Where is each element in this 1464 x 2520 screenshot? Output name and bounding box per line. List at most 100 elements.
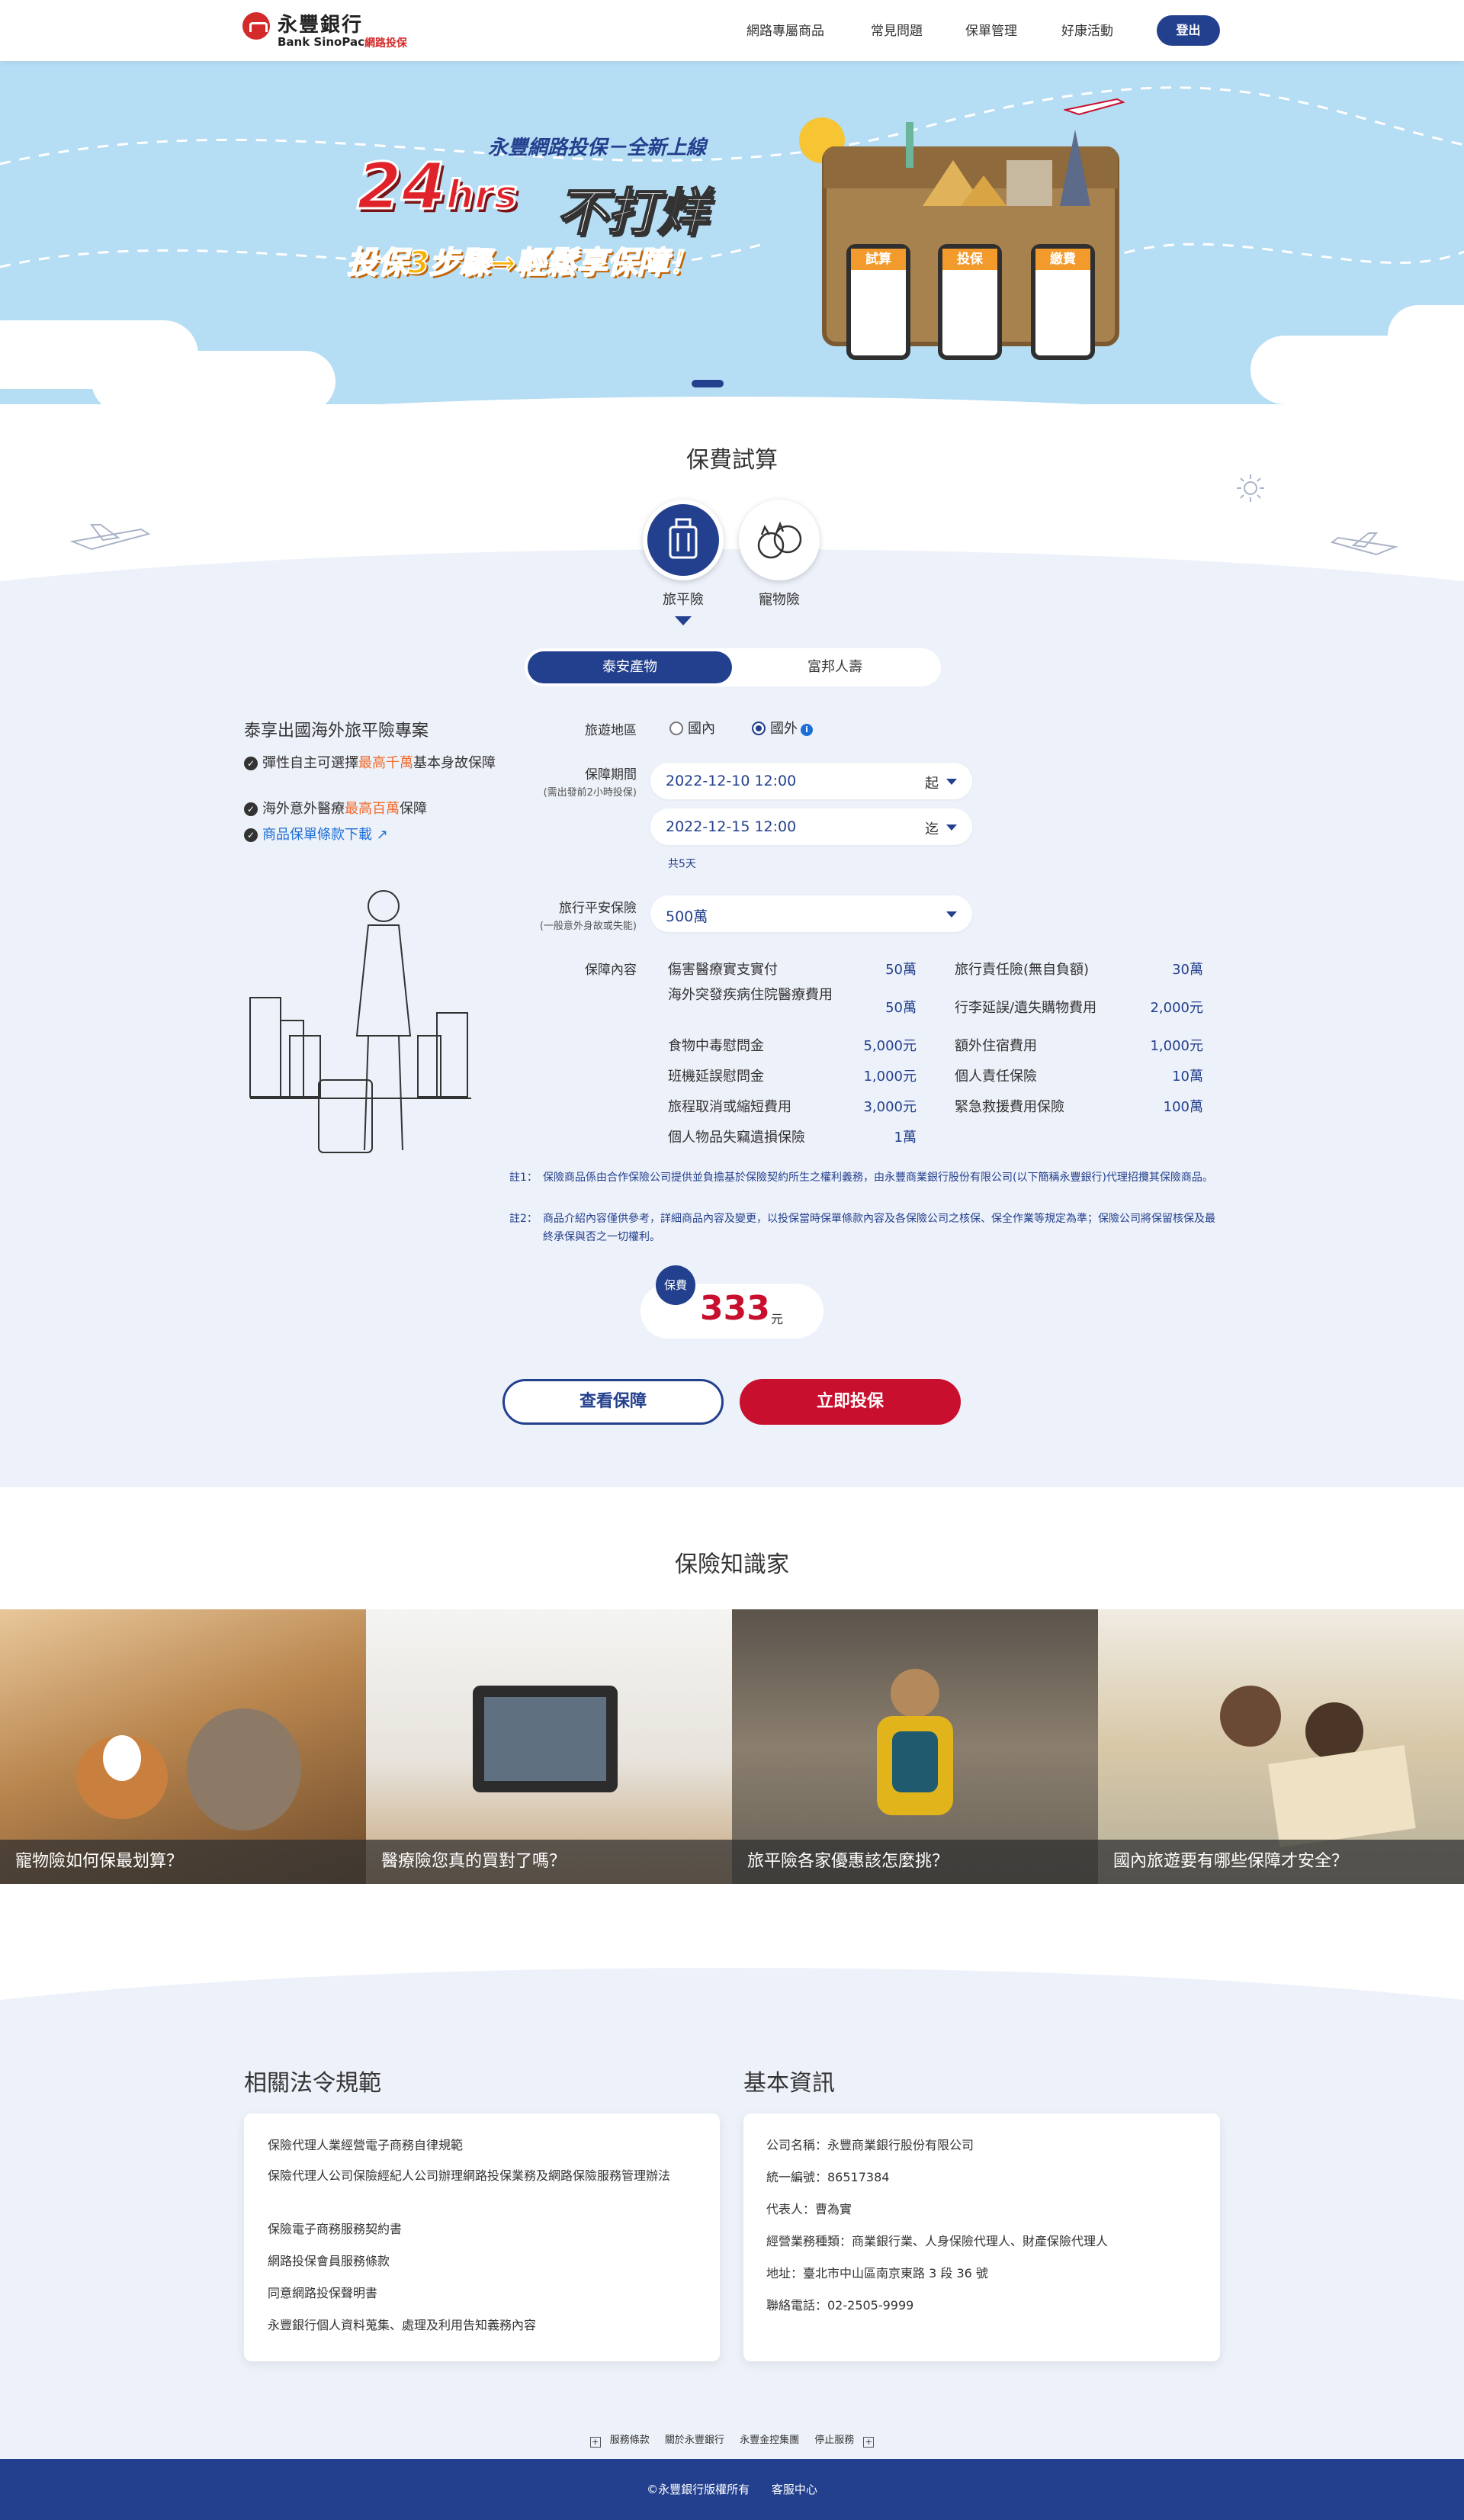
phone-label: 試算: [851, 249, 906, 270]
logout-button[interactable]: 登出: [1157, 15, 1220, 46]
nav-promotions[interactable]: 好康活動: [1061, 20, 1113, 39]
sum-insured-select[interactable]: 500萬: [650, 895, 972, 932]
region-domestic-option[interactable]: 國內: [669, 718, 715, 738]
article-card-medical[interactable]: 醫療險您真的買對了嗎？: [366, 1609, 732, 1884]
bank-logo-icon[interactable]: [242, 12, 270, 40]
footer-link-group[interactable]: 永豐金控集團: [740, 2435, 799, 2446]
law-link[interactable]: 同意網路投保聲明書: [268, 2284, 377, 2303]
premium-badge: 保費: [656, 1265, 695, 1305]
feature-item: ✓ 彈性自主可選擇最高千萬基本身故保障: [244, 754, 496, 773]
law-link[interactable]: 保險電子商務服務契約書: [268, 2220, 402, 2239]
end-date-field[interactable]: 2022-12-15 12:00 迄: [650, 808, 972, 845]
company-option-taian[interactable]: 泰安產物: [528, 651, 732, 683]
end-suffix: 迄: [925, 821, 939, 837]
article-title[interactable]: 旅平險各家優惠該怎麼挑？: [732, 1840, 1098, 1884]
tab-travel-label[interactable]: 旅平險: [643, 589, 724, 609]
nav-faq[interactable]: 常見問題: [871, 20, 923, 39]
footer-link-stop-service[interactable]: 停止服務: [814, 2435, 854, 2446]
start-date-value[interactable]: 2022-12-10 12:00: [666, 773, 796, 789]
headline-number: 24: [356, 148, 448, 225]
coverage-item-name: 旅行責任險(無自負額): [955, 962, 1090, 978]
radio-icon[interactable]: [669, 722, 683, 735]
hero-banner[interactable]: 永豐網路投保－全新上線 24hrs 不打烊 投保3步驟→輕鬆享保障！ 試算 投保…: [0, 61, 1464, 404]
phone-apply: 投保: [938, 244, 1002, 360]
coverage-label: 保障內容: [585, 963, 637, 978]
info-item: 地址：臺北市中山區南京東路 3 段 36 號: [766, 2266, 988, 2281]
luggage-icon: [669, 518, 698, 559]
headline-unit: hrs: [445, 172, 518, 220]
tab-pet-insurance[interactable]: [739, 500, 820, 580]
feature-text: 彈性自主可選擇: [262, 755, 358, 771]
article-card-pet[interactable]: 寵物險如何保最划算？: [0, 1609, 366, 1884]
carousel-indicator[interactable]: [692, 380, 724, 387]
traveler-photo: [877, 1669, 953, 1815]
policy-terms-download-link[interactable]: 商品保單條款下載: [262, 827, 372, 843]
dropdown-caret-icon[interactable]: [946, 824, 957, 831]
region-overseas-option[interactable]: 國外 i: [752, 718, 813, 738]
sum-insured-value[interactable]: 500萬: [666, 905, 708, 926]
view-coverage-button[interactable]: 查看保障: [502, 1379, 724, 1425]
expand-icon[interactable]: +: [589, 2437, 601, 2448]
dropdown-caret-icon[interactable]: [946, 779, 957, 785]
buy-now-button[interactable]: 立即投保: [740, 1379, 961, 1425]
customer-service-link[interactable]: 客服中心: [772, 2483, 817, 2496]
logo-name[interactable]: 永豐銀行: [278, 9, 363, 37]
footer-link-about[interactable]: 關於永豐銀行: [665, 2435, 724, 2446]
article-card-domestic[interactable]: 國內旅遊要有哪些保障才安全？: [1098, 1609, 1464, 1884]
end-date-value[interactable]: 2022-12-15 12:00: [666, 818, 796, 835]
radio-selected-icon[interactable]: [752, 722, 766, 735]
coverage-item-value: 1萬: [894, 1130, 917, 1146]
footer-links: + 服務條款 關於永豐銀行 永豐金控集團 停止服務 +: [0, 2432, 1464, 2448]
start-date-field[interactable]: 2022-12-10 12:00 起: [650, 763, 972, 799]
site-header: 永豐銀行 Bank SinoPac 網路投保 網路專屬商品 常見問題 保單管理 …: [0, 0, 1464, 61]
coverage-item-value: 5,000元: [863, 1038, 917, 1054]
article-card-travel[interactable]: 旅平險各家優惠該怎麼挑？: [732, 1609, 1098, 1884]
law-link[interactable]: 保險代理人公司保險經紀人公司辦理網路投保業務及網路保險服務管理辦法: [268, 2167, 679, 2185]
airplane-icon: [1064, 98, 1125, 116]
dogs-photo: [76, 1708, 301, 1831]
feature-text: 基本身故保障: [413, 755, 496, 771]
copyright: ©永豐銀行版權所有: [647, 2483, 750, 2496]
nav-policy-management[interactable]: 保單管理: [965, 20, 1017, 39]
landmarks-illustration: [906, 122, 1090, 206]
laws-box: 保險代理人業經營電子商務自律規範 保險代理人公司保險經紀人公司辦理網路投保業務及…: [244, 2113, 720, 2361]
region-overseas-label[interactable]: 國外: [770, 721, 798, 737]
tourists-photo: [1220, 1686, 1416, 1847]
region-domestic-label[interactable]: 國內: [688, 721, 715, 737]
period-label: 保障期間: [585, 767, 637, 783]
premium-amount: 333: [700, 1289, 770, 1328]
company-option-fubon[interactable]: 富邦人壽: [732, 651, 938, 683]
tab-travel-insurance[interactable]: [643, 500, 724, 580]
law-link[interactable]: 保險代理人業經營電子商務自律規範: [268, 2136, 463, 2155]
article-title[interactable]: 國內旅遊要有哪些保障才安全？: [1098, 1840, 1464, 1884]
basic-info-box: 公司名稱：永豐商業銀行股份有限公司 統一編號：86517384 代表人：曹為實 …: [743, 2113, 1220, 2361]
coverage-item-name: 額外住宿費用: [955, 1038, 1037, 1054]
expand-icon[interactable]: +: [863, 2437, 875, 2448]
tablet-xray-photo: [473, 1686, 618, 1792]
tab-pet-label[interactable]: 寵物險: [739, 589, 820, 609]
note-1-tag: 註1：: [509, 1172, 538, 1184]
sun-icon: [1237, 474, 1264, 502]
dropdown-caret-icon[interactable]: [946, 911, 957, 918]
note-2: 商品介紹內容僅供參考，詳細商品內容及變更，以投保當時保單條款內容及各保險公司之核…: [543, 1213, 1215, 1243]
article-title[interactable]: 寵物險如何保最划算？: [0, 1840, 366, 1884]
info-item: 聯絡電話：02-2505-9999: [766, 2298, 914, 2313]
basic-info-title: 基本資訊: [743, 2070, 835, 2097]
premium-unit: 元: [771, 1312, 784, 1326]
note-2-tag: 註2：: [509, 1213, 538, 1225]
coverage-item-value: 1,000元: [863, 1069, 917, 1085]
law-link[interactable]: 網路投保會員服務條款: [268, 2252, 390, 2271]
info-item: 代表人：曹為實: [766, 2202, 852, 2216]
hero-headline-number: 24hrs: [356, 148, 519, 225]
info-icon[interactable]: i: [801, 724, 813, 736]
article-title[interactable]: 醫療險您真的買對了嗎？: [366, 1840, 732, 1884]
nav-exclusive-products[interactable]: 網路專屬商品: [746, 20, 824, 39]
calculator-background: [0, 549, 1464, 1487]
check-icon: ✓: [244, 828, 258, 842]
phone-label: 投保: [942, 249, 997, 270]
law-link[interactable]: 永豐銀行個人資料蒐集、處理及利用告知義務內容: [268, 2316, 536, 2335]
coverage-item-name: 個人物品失竊遺損保險: [668, 1130, 805, 1146]
footer-link-terms[interactable]: 服務條款: [610, 2435, 650, 2446]
feature-item[interactable]: ✓ 商品保單條款下載 ↗: [244, 825, 496, 844]
coverage-item-name: 食物中毒慰問金: [668, 1038, 764, 1054]
